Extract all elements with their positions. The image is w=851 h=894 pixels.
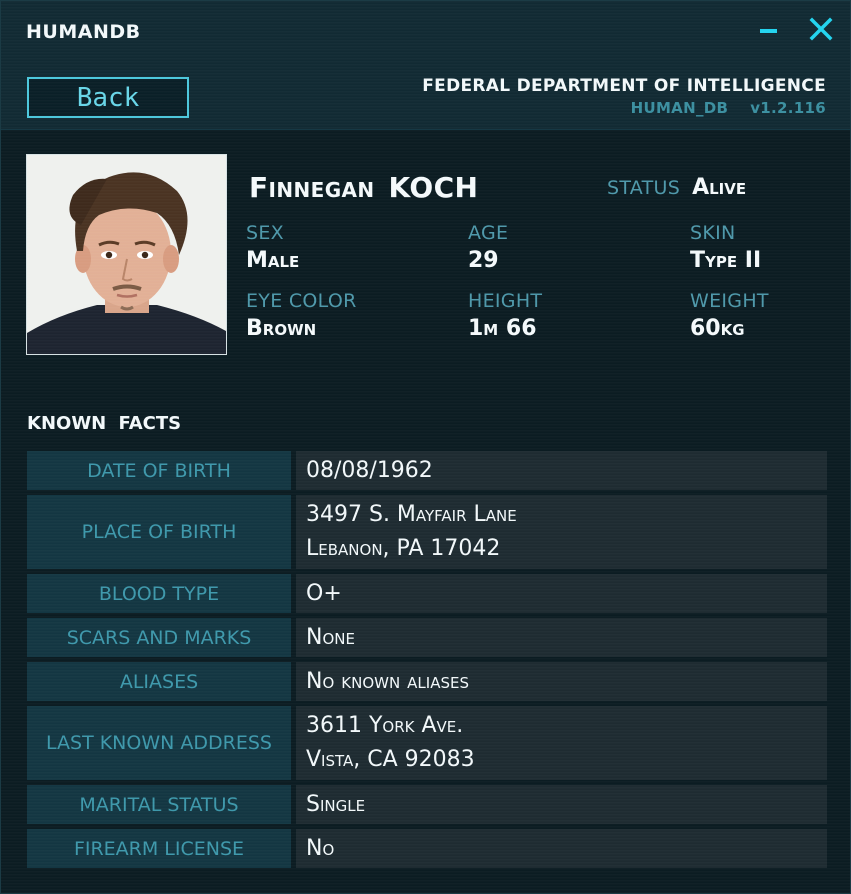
sex-field: SEX Male	[246, 222, 299, 273]
fact-row-scars-and-marks: SCARS AND MARKS None	[27, 618, 827, 657]
version-label: v1.2.116	[750, 99, 826, 117]
fact-value: 3497 S. Mayfair Lane Lebanon, PA 17042	[296, 495, 827, 569]
fact-label: DATE OF BIRTH	[27, 451, 291, 490]
status-label: STATUS	[607, 177, 681, 199]
fact-value-line: 3497 S. Mayfair Lane	[306, 502, 517, 527]
fact-row-marital-status: MARITAL STATUS Single	[27, 785, 827, 824]
fact-row-date-of-birth: DATE OF BIRTH 08/08/1962	[27, 451, 827, 490]
fact-value: No	[296, 829, 827, 868]
humandb-window: HUMANDB Back FEDERAL DEPARTMENT OF INTEL…	[0, 0, 851, 894]
fact-value-line: 3611 York Ave.	[306, 713, 464, 738]
age-label: AGE	[468, 222, 509, 244]
height-label: HEIGHT	[468, 290, 543, 312]
person-name: Finnegan KOCH	[249, 171, 478, 204]
fact-value: No known aliases	[296, 662, 827, 701]
fact-value-line: Lebanon, PA 17042	[306, 536, 501, 561]
close-button[interactable]	[806, 11, 836, 47]
db-name: HUMAN_DB	[630, 99, 729, 117]
back-button[interactable]: Back	[27, 77, 189, 118]
fact-row-blood-type: BLOOD TYPE O+	[27, 574, 827, 613]
fact-value: 3611 York Ave. Vista, CA 92083	[296, 706, 827, 780]
close-icon	[809, 17, 833, 41]
fact-label: MARITAL STATUS	[27, 785, 291, 824]
fact-value: O+	[296, 574, 827, 613]
status-value: Alive	[692, 175, 747, 200]
fact-label: SCARS AND MARKS	[27, 618, 291, 657]
last-name: KOCH	[388, 171, 479, 204]
eye-color-label: EYE COLOR	[246, 290, 357, 312]
fact-label: LAST KNOWN ADDRESS	[27, 706, 291, 780]
profile-photo	[26, 154, 227, 355]
agency-name: FEDERAL DEPARTMENT OF INTELLIGENCE	[422, 76, 826, 96]
top-bar: HUMANDB Back FEDERAL DEPARTMENT OF INTEL…	[1, 1, 850, 130]
fact-row-place-of-birth: PLACE OF BIRTH 3497 S. Mayfair Lane Leba…	[27, 495, 827, 569]
fact-value-line: Vista, CA 92083	[306, 747, 475, 772]
eye-color-value: Brown	[246, 316, 317, 341]
minimize-button[interactable]	[753, 11, 783, 47]
fact-value: 08/08/1962	[296, 451, 827, 490]
fact-label: ALIASES	[27, 662, 291, 701]
fact-value-line: No known aliases	[306, 668, 469, 694]
weight-label: WEIGHT	[690, 290, 769, 312]
skin-value: Type II	[690, 248, 762, 273]
fact-label: PLACE OF BIRTH	[27, 495, 291, 569]
agency-block: FEDERAL DEPARTMENT OF INTELLIGENCE HUMAN…	[422, 76, 826, 117]
db-version-line: HUMAN_DB v1.2.116	[422, 99, 826, 117]
fact-label: FIREARM LICENSE	[27, 829, 291, 868]
age-field: AGE 29	[468, 222, 508, 273]
app-title: HUMANDB	[26, 21, 141, 43]
skin-label: SKIN	[690, 222, 736, 244]
sex-label: SEX	[246, 222, 284, 244]
minimize-icon	[759, 29, 777, 33]
weight-value: 60kg	[690, 316, 745, 341]
fact-value-line: None	[306, 624, 355, 650]
status-field: STATUS Alive	[607, 175, 746, 200]
fact-row-last-known-address: LAST KNOWN ADDRESS 3611 York Ave. Vista,…	[27, 706, 827, 780]
fact-label: BLOOD TYPE	[27, 574, 291, 613]
fact-value: Single	[296, 785, 827, 824]
height-value: 1m 66	[468, 316, 537, 341]
skin-field: SKIN Type II	[690, 222, 761, 273]
age-value: 29	[468, 248, 499, 273]
fact-value-line: Single	[306, 791, 366, 817]
weight-field: WEIGHT 60kg	[690, 290, 769, 341]
fact-row-aliases: ALIASES No known aliases	[27, 662, 827, 701]
sex-value: Male	[246, 248, 300, 273]
first-name: Finnegan	[249, 171, 375, 204]
fact-row-firearm-license: FIREARM LICENSE No	[27, 829, 827, 868]
height-field: HEIGHT 1m 66	[468, 290, 542, 341]
fact-value: None	[296, 618, 827, 657]
fact-value-line: O+	[306, 580, 342, 606]
fact-value-line: 08/08/1962	[306, 457, 433, 483]
eye-color-field: EYE COLOR Brown	[246, 290, 357, 341]
known-facts-title: KNOWN FACTS	[27, 413, 182, 434]
fact-value-line: No	[306, 835, 335, 861]
